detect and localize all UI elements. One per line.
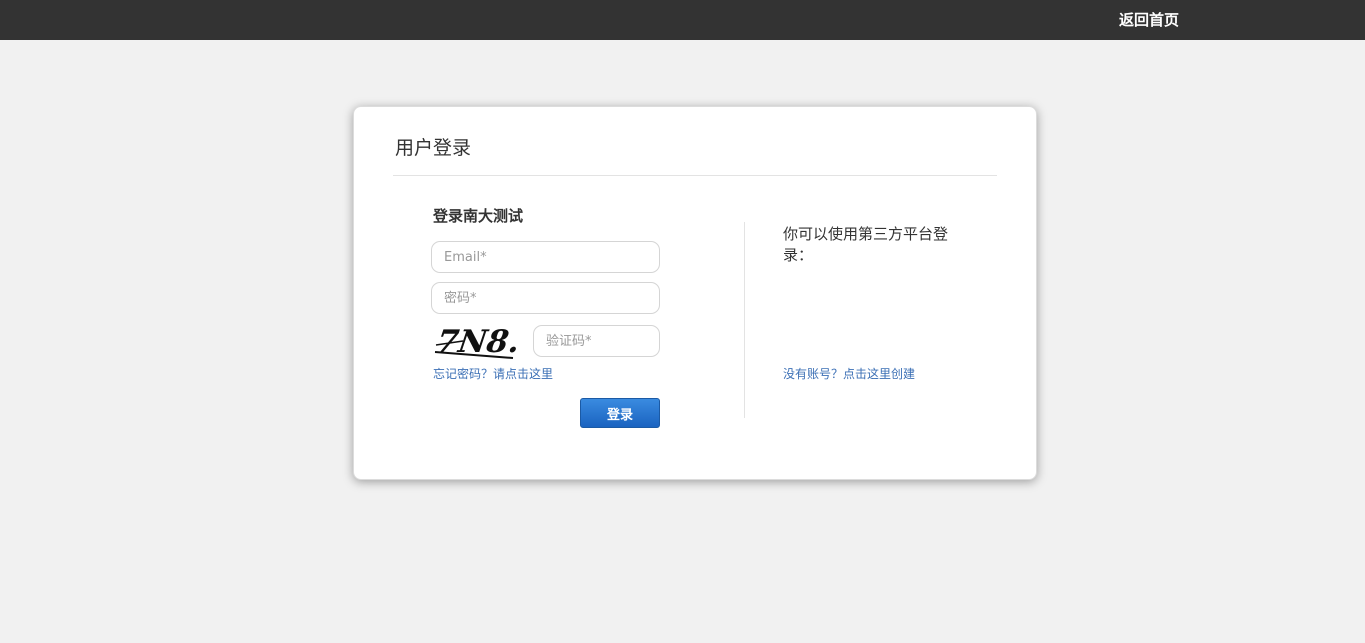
captcha-field[interactable] [533, 325, 660, 357]
page-title: 用户登录 [395, 135, 471, 161]
login-card: 用户登录 登录南大测试 7N8. 忘记密码？请点击这里 登录 你可以使用第三方平… [353, 106, 1037, 480]
password-field[interactable] [431, 282, 660, 314]
captcha-image[interactable]: 7N8. [433, 321, 519, 359]
back-to-home-link[interactable]: 返回首页 [1119, 10, 1179, 30]
login-button[interactable]: 登录 [580, 398, 660, 428]
title-divider [393, 175, 997, 176]
column-divider [744, 222, 745, 418]
login-section-title: 登录南大测试 [433, 206, 523, 226]
register-link[interactable]: 没有账号？点击这里创建 [783, 366, 915, 382]
forgot-password-link[interactable]: 忘记密码？请点击这里 [433, 366, 553, 382]
third-party-login-text: 你可以使用第三方平台登录： [783, 224, 953, 266]
email-field[interactable] [431, 241, 660, 273]
top-navbar: 返回首页 [0, 0, 1365, 40]
